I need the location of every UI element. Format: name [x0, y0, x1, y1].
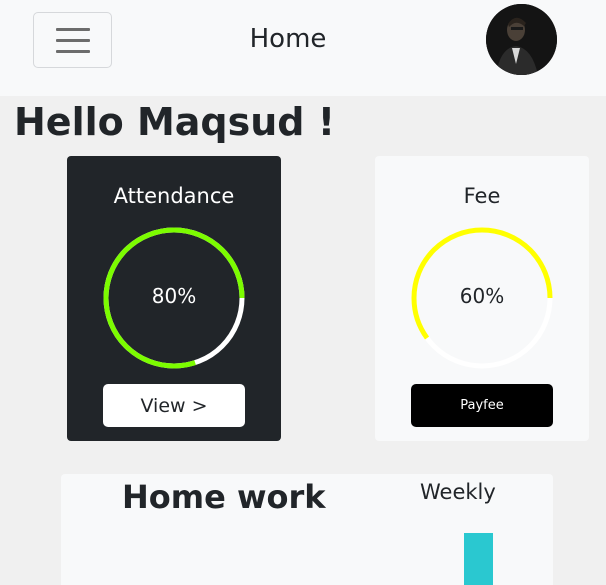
attendance-title: Attendance: [113, 184, 235, 208]
hamburger-menu-icon-line: [56, 39, 90, 42]
greeting-heading: Hello Maqsud !: [14, 100, 336, 144]
view-attendance-button[interactable]: View >: [103, 384, 245, 427]
homework-weekly-bar: [464, 533, 493, 585]
homework-title: Home work: [122, 478, 326, 516]
page-title: Home: [249, 24, 327, 54]
attendance-percent: 80%: [151, 284, 197, 308]
hamburger-menu-icon: [56, 28, 90, 31]
menu-toggle-button[interactable]: [33, 12, 112, 68]
fee-percent: 60%: [459, 284, 505, 308]
hamburger-menu-icon-line: [56, 50, 90, 53]
fee-title: Fee: [463, 184, 501, 208]
homework-period: Weekly: [420, 480, 496, 504]
top-navbar: Home: [0, 0, 606, 96]
avatar-portrait-icon: [486, 4, 557, 75]
user-avatar[interactable]: [486, 4, 557, 75]
payfee-button[interactable]: Payfee: [411, 384, 553, 427]
